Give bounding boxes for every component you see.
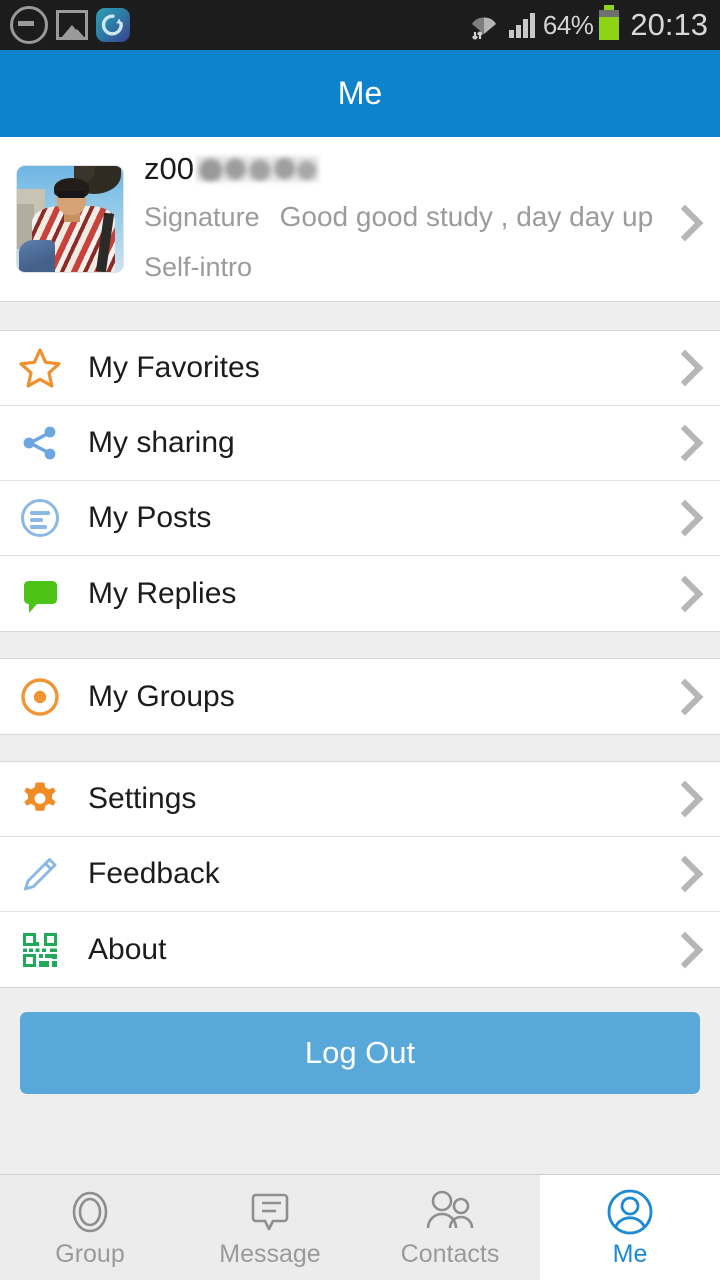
contacts-people-icon [423,1186,477,1238]
tab-label: Message [219,1240,321,1268]
chevron-right-icon [666,204,704,242]
menu-item-feedback[interactable]: Feedback [0,837,720,912]
title-bar: Me [0,50,720,137]
menu-item-my-replies[interactable]: My Replies [0,556,720,631]
profile-card[interactable]: z00 Signature Good good study , day day … [0,137,720,302]
logout-area: Log Out [0,987,720,1094]
tab-contacts[interactable]: Contacts [360,1175,540,1280]
profile-chevron-wrap [666,204,704,242]
menu-item-settings[interactable]: Settings [0,762,720,837]
section-divider [0,302,720,331]
tab-me[interactable]: Me [540,1175,720,1280]
profile-text-block: z00 Signature Good good study , day day … [144,147,706,291]
chevron-right-icon [666,575,704,612]
message-bubble-icon [245,1186,295,1238]
status-bar-system: 64% 20:13 [467,5,708,43]
menu-item-my-sharing[interactable]: My sharing [0,406,720,481]
qr-code-icon [14,924,66,976]
chevron-right-icon [666,349,704,387]
status-bar-notifications [10,6,130,44]
wifi-with-data-arrows-icon [467,8,501,42]
chevron-right-icon [666,424,704,462]
do-not-disturb-icon [10,6,48,44]
menu-item-label: My Replies [88,576,237,610]
profile-username-row: z00 [144,147,706,191]
signature-value: Good good study , day day up [279,201,654,232]
section-divider [0,631,720,659]
menu-item-label: My Posts [88,501,212,534]
clock-label: 20:13 [630,7,708,42]
profile-username-redaction [195,156,319,182]
tab-group[interactable]: Group [0,1175,180,1280]
chevron-right-icon [666,678,704,715]
menu-section-1: My Favorites My sharing My Posts My Repl… [0,331,720,631]
share-icon [14,417,66,469]
app-root: 64% 20:13 Me z00 Signature Good good stu… [0,0,720,1280]
menu-item-label: Settings [88,782,197,815]
menu-section-2: My Groups [0,659,720,734]
menu-item-about[interactable]: About [0,912,720,987]
profile-selfintro-row: Self-intro [144,243,706,291]
battery-icon [599,5,620,40]
chevron-right-icon [666,780,704,818]
pencil-icon [14,848,66,900]
menu-section-3: Settings Feedback About [0,762,720,987]
menu-item-label: My sharing [88,426,235,459]
photo-icon [56,10,88,40]
menu-item-my-posts[interactable]: My Posts [0,481,720,556]
menu-item-label: My Favorites [88,351,260,384]
chevron-right-icon [666,499,704,537]
target-circle-icon [14,671,66,723]
speech-bubble-icon [14,568,66,620]
tab-label: Contacts [400,1240,500,1268]
group-ring-icon [65,1186,115,1238]
logout-button[interactable]: Log Out [20,1012,700,1094]
sync-app-icon [96,8,130,42]
profile-signature-row: Signature Good good study , day day up [144,191,706,243]
menu-item-label: About [88,932,167,966]
tab-label: Group [55,1240,125,1268]
chevron-right-icon [666,931,704,968]
person-circle-icon [604,1186,656,1238]
status-bar: 64% 20:13 [0,0,720,50]
signature-label: Signature [144,201,260,232]
bottom-tab-bar: Group Message Contacts Me [0,1174,720,1280]
self-intro-label: Self-intro [144,251,253,282]
tab-message[interactable]: Message [180,1175,360,1280]
menu-item-my-favorites[interactable]: My Favorites [0,331,720,406]
profile-username: z00 [144,151,194,186]
section-divider [0,734,720,762]
battery-percent-label: 64% [542,9,594,40]
page-title: Me [337,75,383,111]
star-icon [14,342,66,394]
menu-item-my-groups[interactable]: My Groups [0,659,720,734]
cellular-signal-icon [508,12,535,38]
document-circle-icon [14,492,66,544]
menu-item-label: My Groups [88,679,235,713]
tab-label: Me [612,1240,648,1268]
chevron-right-icon [666,855,704,893]
menu-item-label: Feedback [88,857,220,890]
avatar[interactable] [16,165,124,273]
gear-icon [14,773,66,825]
main-content: z00 Signature Good good study , day day … [0,137,720,1174]
